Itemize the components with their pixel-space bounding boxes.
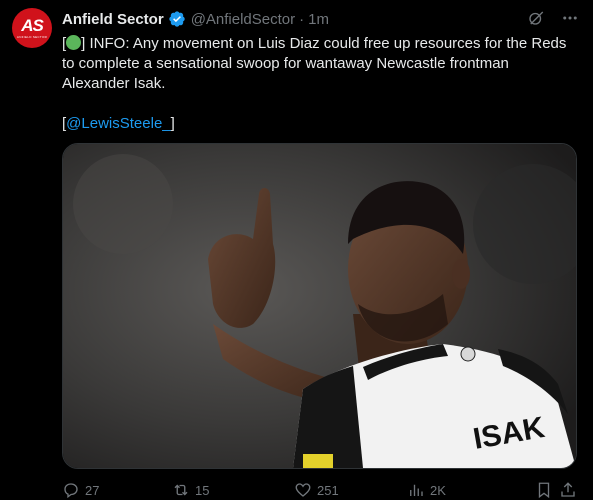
views-button[interactable]: 2K	[407, 481, 517, 499]
reply-count: 27	[85, 482, 100, 498]
grok-icon[interactable]	[527, 9, 545, 27]
bookmark-button[interactable]	[535, 481, 553, 499]
tweet-top-actions	[527, 9, 579, 27]
mention-bracket-close: ]	[170, 115, 175, 132]
share-button[interactable]	[559, 481, 577, 499]
tweet-body: [] INFO: Any movement on Luis Diaz could…	[62, 34, 577, 94]
repost-button[interactable]: 15	[172, 481, 294, 499]
avatar-subtext: ANFIELD SECTOR	[16, 35, 48, 39]
mention-line: [@LewisSteele_]	[62, 114, 577, 134]
heart-icon	[295, 483, 311, 497]
share-icon	[561, 482, 575, 497]
separator-dot: ·	[299, 10, 305, 28]
avatar[interactable]: AS ANFIELD SECTOR	[12, 8, 52, 48]
author-handle[interactable]: @AnfieldSector	[191, 11, 295, 28]
tweet-image[interactable]: ISAK	[62, 143, 577, 469]
timestamp[interactable]: 1m	[308, 11, 329, 28]
reply-icon	[64, 483, 78, 499]
more-options-icon[interactable]	[561, 9, 579, 27]
author-name[interactable]: Anfield Sector	[62, 11, 164, 28]
views-count: 2K	[430, 482, 446, 498]
like-count: 251	[317, 482, 339, 498]
tweet-text: [] INFO: Any movement on Luis Diaz could…	[62, 34, 577, 134]
text-main: ] INFO: Any movement on Luis Diaz could …	[62, 35, 567, 92]
views-chart-icon	[410, 484, 423, 496]
tweet-actions-bar: 27 15 251 2K	[62, 480, 577, 500]
repost-count: 15	[195, 482, 210, 498]
repost-icon	[174, 484, 188, 496]
tweet-header: Anfield Sector @AnfieldSector · 1m	[62, 9, 329, 29]
footballer-photo: ISAK	[63, 144, 576, 468]
mention-link[interactable]: @LewisSteele_	[66, 115, 170, 132]
bookmark-icon	[538, 482, 550, 499]
like-button[interactable]: 251	[294, 481, 407, 499]
avatar-monogram: AS	[21, 16, 44, 35]
green-circle-emoji-icon	[66, 35, 82, 50]
reply-button[interactable]: 27	[62, 481, 172, 499]
verified-badge-icon	[168, 10, 186, 28]
